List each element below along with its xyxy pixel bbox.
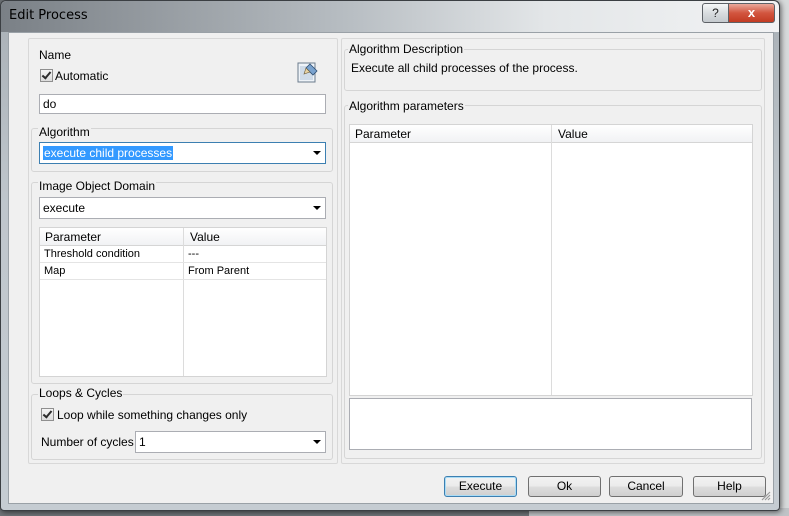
row-value: From Parent <box>188 265 250 277</box>
edit-name-icon[interactable] <box>297 60 319 84</box>
algorithm-group-label: Algorithm <box>38 125 91 139</box>
domain-parameter-table: Parameter Value Threshold condition --- … <box>39 227 327 377</box>
chevron-down-icon[interactable] <box>313 206 321 210</box>
resize-grip-icon[interactable] <box>759 489 771 501</box>
close-button[interactable]: x <box>728 3 775 23</box>
ok-button[interactable]: Ok <box>528 476 601 497</box>
algorithm-description-label: Algorithm Description <box>348 42 465 56</box>
automatic-checkbox[interactable] <box>40 69 53 82</box>
dialog-title: Edit Process <box>9 8 88 23</box>
title-bar[interactable]: Edit Process ? x <box>1 1 779 32</box>
loop-while-changes-label: Loop while something changes only <box>57 408 248 422</box>
algorithm-select[interactable]: execute child processes <box>39 142 326 164</box>
algorithm-parameter-table: Parameter Value <box>349 124 753 396</box>
loop-while-changes-checkbox[interactable] <box>41 408 54 421</box>
table-row[interactable]: Map From Parent <box>40 263 326 280</box>
algorithm-selected-value: execute child processes <box>43 146 174 160</box>
check-mark-icon <box>41 69 52 80</box>
image-object-domain-label: Image Object Domain <box>38 179 157 193</box>
row-value: --- <box>188 248 199 260</box>
cancel-button[interactable]: Cancel <box>609 476 683 497</box>
cycles-selected-value: 1 <box>139 435 146 449</box>
number-of-cycles-select[interactable]: 1 <box>135 431 326 453</box>
chevron-down-icon[interactable] <box>313 440 321 444</box>
column-header-value[interactable]: Value <box>553 125 588 143</box>
table-row[interactable]: Threshold condition --- <box>40 246 326 263</box>
chevron-down-icon[interactable] <box>313 151 321 155</box>
column-header-parameter[interactable]: Parameter <box>350 125 411 143</box>
row-parameter: Map <box>44 265 66 277</box>
domain-selected-value: execute <box>43 201 86 215</box>
column-header-parameter[interactable]: Parameter <box>40 228 101 246</box>
help-button[interactable]: Help <box>693 476 766 497</box>
left-panel: Name Automatic do Algorithm execute chil… <box>28 38 338 464</box>
algorithm-parameters-label: Algorithm parameters <box>348 99 465 113</box>
automatic-label: Automatic <box>55 69 109 83</box>
help-title-button[interactable]: ? <box>702 3 729 23</box>
process-name-input[interactable]: do <box>39 94 326 114</box>
dialog-client-area: Name Automatic do Algorithm execute chil… <box>8 32 774 504</box>
edit-process-dialog: Edit Process ? x Name Automatic do Algor <box>0 0 780 511</box>
number-of-cycles-label: Number of cycles <box>41 435 134 449</box>
column-header-value[interactable]: Value <box>185 228 220 246</box>
execute-button[interactable]: Execute <box>444 476 517 497</box>
name-group-label: Name <box>38 48 73 62</box>
check-mark-icon <box>42 408 53 419</box>
row-parameter: Threshold condition <box>44 248 141 260</box>
domain-select[interactable]: execute <box>39 197 326 219</box>
right-panel: Algorithm Description Execute all child … <box>341 38 765 464</box>
column-divider <box>551 125 552 395</box>
parameter-description-box <box>349 398 752 450</box>
algorithm-description-text: Execute all child processes of the proce… <box>351 61 578 75</box>
loops-cycles-label: Loops & Cycles <box>38 386 124 400</box>
